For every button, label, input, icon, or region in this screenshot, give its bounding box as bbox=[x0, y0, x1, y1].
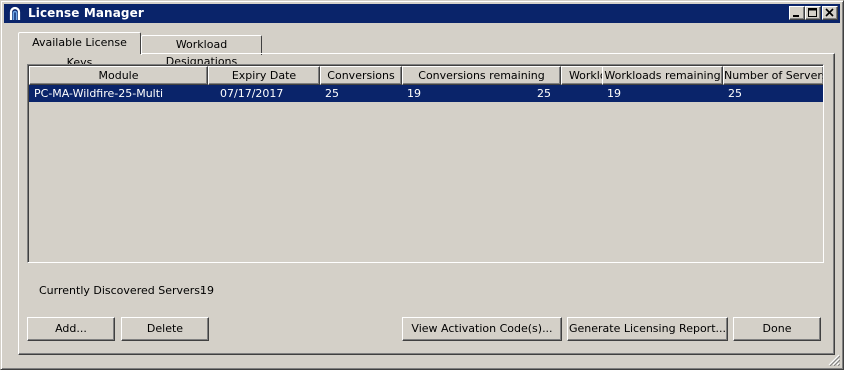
license-manager-app-icon bbox=[7, 6, 23, 21]
column-header-conversions-remaining[interactable]: Conversions remaining bbox=[402, 66, 561, 85]
column-header-number-of-servers[interactable]: Number of Servers bbox=[723, 66, 823, 85]
minimize-icon bbox=[793, 15, 799, 17]
maximize-button[interactable] bbox=[805, 6, 821, 20]
license-manager-window: License Manager Available License Keys W… bbox=[0, 0, 844, 370]
discovered-servers-label: Currently Discovered Servers: bbox=[39, 284, 204, 297]
cell-module: PC-MA-Wildfire-25-Multi bbox=[34, 87, 164, 100]
close-icon bbox=[825, 8, 834, 17]
cell-conversions-remaining: 19 bbox=[407, 87, 421, 100]
maximize-icon bbox=[808, 8, 817, 17]
resize-grip-icon[interactable] bbox=[828, 354, 841, 367]
cell-workloads: 25 bbox=[537, 87, 551, 100]
title-bar[interactable]: License Manager bbox=[4, 4, 840, 23]
view-activation-codes-button[interactable]: View Activation Code(s)... bbox=[402, 317, 562, 341]
cell-expiry-date: 07/17/2017 bbox=[220, 87, 284, 100]
column-header-workloads-remaining[interactable]: Workloads remaining bbox=[602, 66, 723, 85]
minimize-button[interactable] bbox=[789, 6, 805, 20]
window-title: License Manager bbox=[28, 6, 144, 20]
license-list[interactable]: Module Expiry Date Conversions Conversio… bbox=[27, 64, 824, 263]
column-header-conversions[interactable]: Conversions bbox=[320, 66, 402, 85]
table-row[interactable]: PC-MA-Wildfire-25-Multi 07/17/2017 25 19… bbox=[29, 85, 823, 102]
column-header-module[interactable]: Module bbox=[29, 66, 208, 85]
delete-button[interactable]: Delete bbox=[121, 317, 209, 341]
cell-number-of-servers: 25 bbox=[728, 87, 742, 100]
list-header: Module Expiry Date Conversions Conversio… bbox=[29, 66, 823, 85]
add-button[interactable]: Add... bbox=[27, 317, 115, 341]
generate-licensing-report-button[interactable]: Generate Licensing Report... bbox=[567, 317, 728, 341]
discovered-servers-count: 19 bbox=[200, 284, 214, 297]
column-header-expiry-date[interactable]: Expiry Date bbox=[208, 66, 320, 85]
done-button[interactable]: Done bbox=[733, 317, 821, 341]
cell-conversions: 25 bbox=[325, 87, 339, 100]
cell-workloads-remaining: 19 bbox=[607, 87, 621, 100]
close-button[interactable] bbox=[822, 6, 838, 20]
tab-available-license-keys[interactable]: Available License Keys bbox=[18, 32, 141, 69]
tab-workload-designations[interactable]: Workload Designations bbox=[141, 35, 262, 68]
